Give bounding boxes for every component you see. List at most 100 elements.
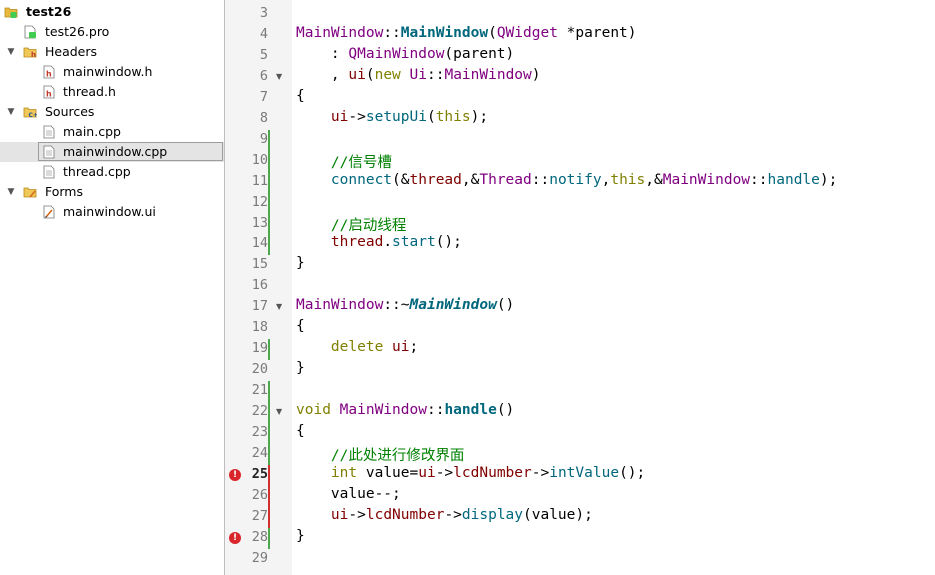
code-line[interactable]: { — [296, 318, 305, 334]
unsaved-change-marker — [268, 464, 270, 486]
error-icon[interactable]: ! — [229, 468, 241, 481]
code-token: (parent) — [444, 45, 515, 62]
tree-item-thread-h[interactable]: h thread.h — [0, 82, 224, 102]
code-line[interactable]: } — [296, 528, 305, 544]
tree-item-headers[interactable]: ▼ h Headers — [0, 42, 224, 62]
saved-change-marker — [268, 443, 270, 465]
code-line[interactable]: //此处进行修改界面 — [296, 444, 464, 465]
line-number[interactable]: 13 — [225, 215, 268, 231]
code-token: //此处进行修改界面 — [296, 447, 465, 464]
line-number[interactable]: 7 — [225, 89, 268, 105]
code-line[interactable]: } — [296, 255, 305, 271]
code-token: , — [296, 66, 349, 83]
tree-item-label: Forms — [45, 184, 84, 199]
fold-arrow-icon[interactable]: ▼ — [276, 407, 282, 416]
tree-item-forms[interactable]: ▼ Forms — [0, 182, 224, 202]
code-line[interactable]: thread.start(); — [296, 234, 462, 250]
code-line[interactable]: value--; — [296, 486, 401, 502]
code-line[interactable]: ui->lcdNumber->display(value); — [296, 507, 593, 523]
code-line[interactable]: , ui(new Ui::MainWindow) — [296, 67, 541, 83]
fold-arrow-icon[interactable]: ▼ — [276, 72, 282, 81]
svg-text:h: h — [46, 70, 52, 79]
tree-item-mainwindow-h[interactable]: h mainwindow.h — [0, 62, 224, 82]
chevron-down-icon[interactable]: ▼ — [5, 102, 17, 122]
line-number[interactable]: 9 — [225, 131, 268, 147]
code-token: new — [374, 66, 401, 83]
code-token: { — [296, 87, 305, 104]
code-line[interactable]: void MainWindow::handle() — [296, 402, 514, 418]
line-number[interactable]: 26 — [225, 487, 268, 503]
saved-change-marker — [268, 171, 270, 193]
tree-item-label: Sources — [45, 104, 95, 119]
code-token: -> — [435, 464, 454, 481]
code-line[interactable]: MainWindow::MainWindow(QWidget *parent) — [296, 25, 637, 41]
line-number[interactable]: 18 — [225, 319, 268, 335]
code-line[interactable]: ui->setupUi(this); — [296, 109, 488, 125]
code-line[interactable]: int value=ui->lcdNumber->intValue(); — [296, 465, 645, 481]
line-number[interactable]: 3 — [225, 5, 268, 21]
code-token: start — [392, 234, 436, 251]
qt-project-icon — [4, 7, 18, 18]
code-token: () — [496, 297, 515, 314]
tree-item-label: Headers — [45, 44, 98, 59]
line-number[interactable]: 27 — [225, 508, 268, 524]
code-line[interactable]: //启动线程 — [296, 214, 406, 235]
line-number[interactable]: 16 — [225, 277, 268, 293]
code-line[interactable]: } — [296, 360, 305, 376]
code-line[interactable]: delete ui; — [296, 339, 418, 355]
code-line[interactable]: { — [296, 423, 305, 439]
line-number[interactable]: 17 — [225, 298, 268, 314]
tree-item-sources[interactable]: ▼ C+ Sources — [0, 102, 224, 122]
code-line[interactable]: { — [296, 88, 305, 104]
line-number[interactable]: 20 — [225, 361, 268, 377]
line-number[interactable]: 14 — [225, 235, 268, 251]
code-token: () — [496, 402, 515, 419]
fold-arrow-icon[interactable]: ▼ — [276, 302, 282, 311]
code-token: :: — [531, 171, 550, 188]
line-number[interactable]: 8 — [225, 110, 268, 126]
line-number[interactable]: 6 — [225, 68, 268, 84]
tree-item-main-cpp[interactable]: main.cpp — [0, 122, 224, 142]
tree-item-test26-pro[interactable]: test26.pro — [0, 22, 224, 42]
code-editor[interactable]: 3 4 5 6 ▼ 7 8 9 10 11 12 13 14 15 16 17 ▼ 18 19 20 21 22 ▼ 23 24… — [225, 0, 935, 575]
code-token: { — [296, 423, 305, 439]
line-number[interactable]: 10 — [225, 152, 268, 168]
code-line[interactable]: connect(&thread,&Thread::notify,this,&Ma… — [296, 172, 837, 188]
line-number[interactable]: 19 — [225, 340, 268, 356]
tree-item-mainwindow-cpp[interactable]: mainwindow.cpp — [0, 142, 224, 162]
ui-file-icon — [43, 205, 55, 219]
code-line[interactable]: : QMainWindow(parent) — [296, 46, 514, 62]
line-number[interactable]: 23 — [225, 424, 268, 440]
code-token: MainWindow — [444, 66, 532, 83]
line-number[interactable]: 4 — [225, 26, 268, 42]
saved-change-marker — [268, 234, 270, 256]
line-number[interactable]: 29 — [225, 550, 268, 566]
line-number[interactable]: 24 — [225, 445, 268, 461]
tree-item-project[interactable]: test26 — [0, 2, 224, 22]
code-token: MainWindow — [339, 402, 427, 419]
chevron-down-icon[interactable]: ▼ — [5, 42, 17, 62]
code-token: { — [296, 318, 305, 335]
tree-item-thread-cpp[interactable]: thread.cpp — [0, 162, 224, 182]
saved-change-marker — [268, 192, 270, 214]
code-line[interactable]: MainWindow::~MainWindow() — [296, 297, 514, 313]
code-token: MainWindow — [662, 171, 751, 188]
code-token: ( — [365, 66, 375, 83]
line-number[interactable]: 11 — [225, 173, 268, 189]
line-number[interactable]: 15 — [225, 256, 268, 272]
code-token: ( — [488, 24, 497, 41]
line-number[interactable]: 22 — [225, 403, 268, 419]
code-token: :: — [383, 24, 401, 41]
line-number[interactable]: 5 — [225, 47, 268, 63]
code-token: (); — [619, 464, 646, 481]
line-number[interactable]: 12 — [225, 194, 268, 210]
code-token: void — [296, 402, 331, 419]
code-line[interactable]: //信号槽 — [296, 151, 392, 172]
chevron-down-icon[interactable]: ▼ — [5, 182, 17, 202]
tree-item-mainwindow-ui[interactable]: mainwindow.ui — [0, 202, 224, 222]
line-number[interactable]: 21 — [225, 382, 268, 398]
error-icon[interactable]: ! — [229, 531, 241, 544]
